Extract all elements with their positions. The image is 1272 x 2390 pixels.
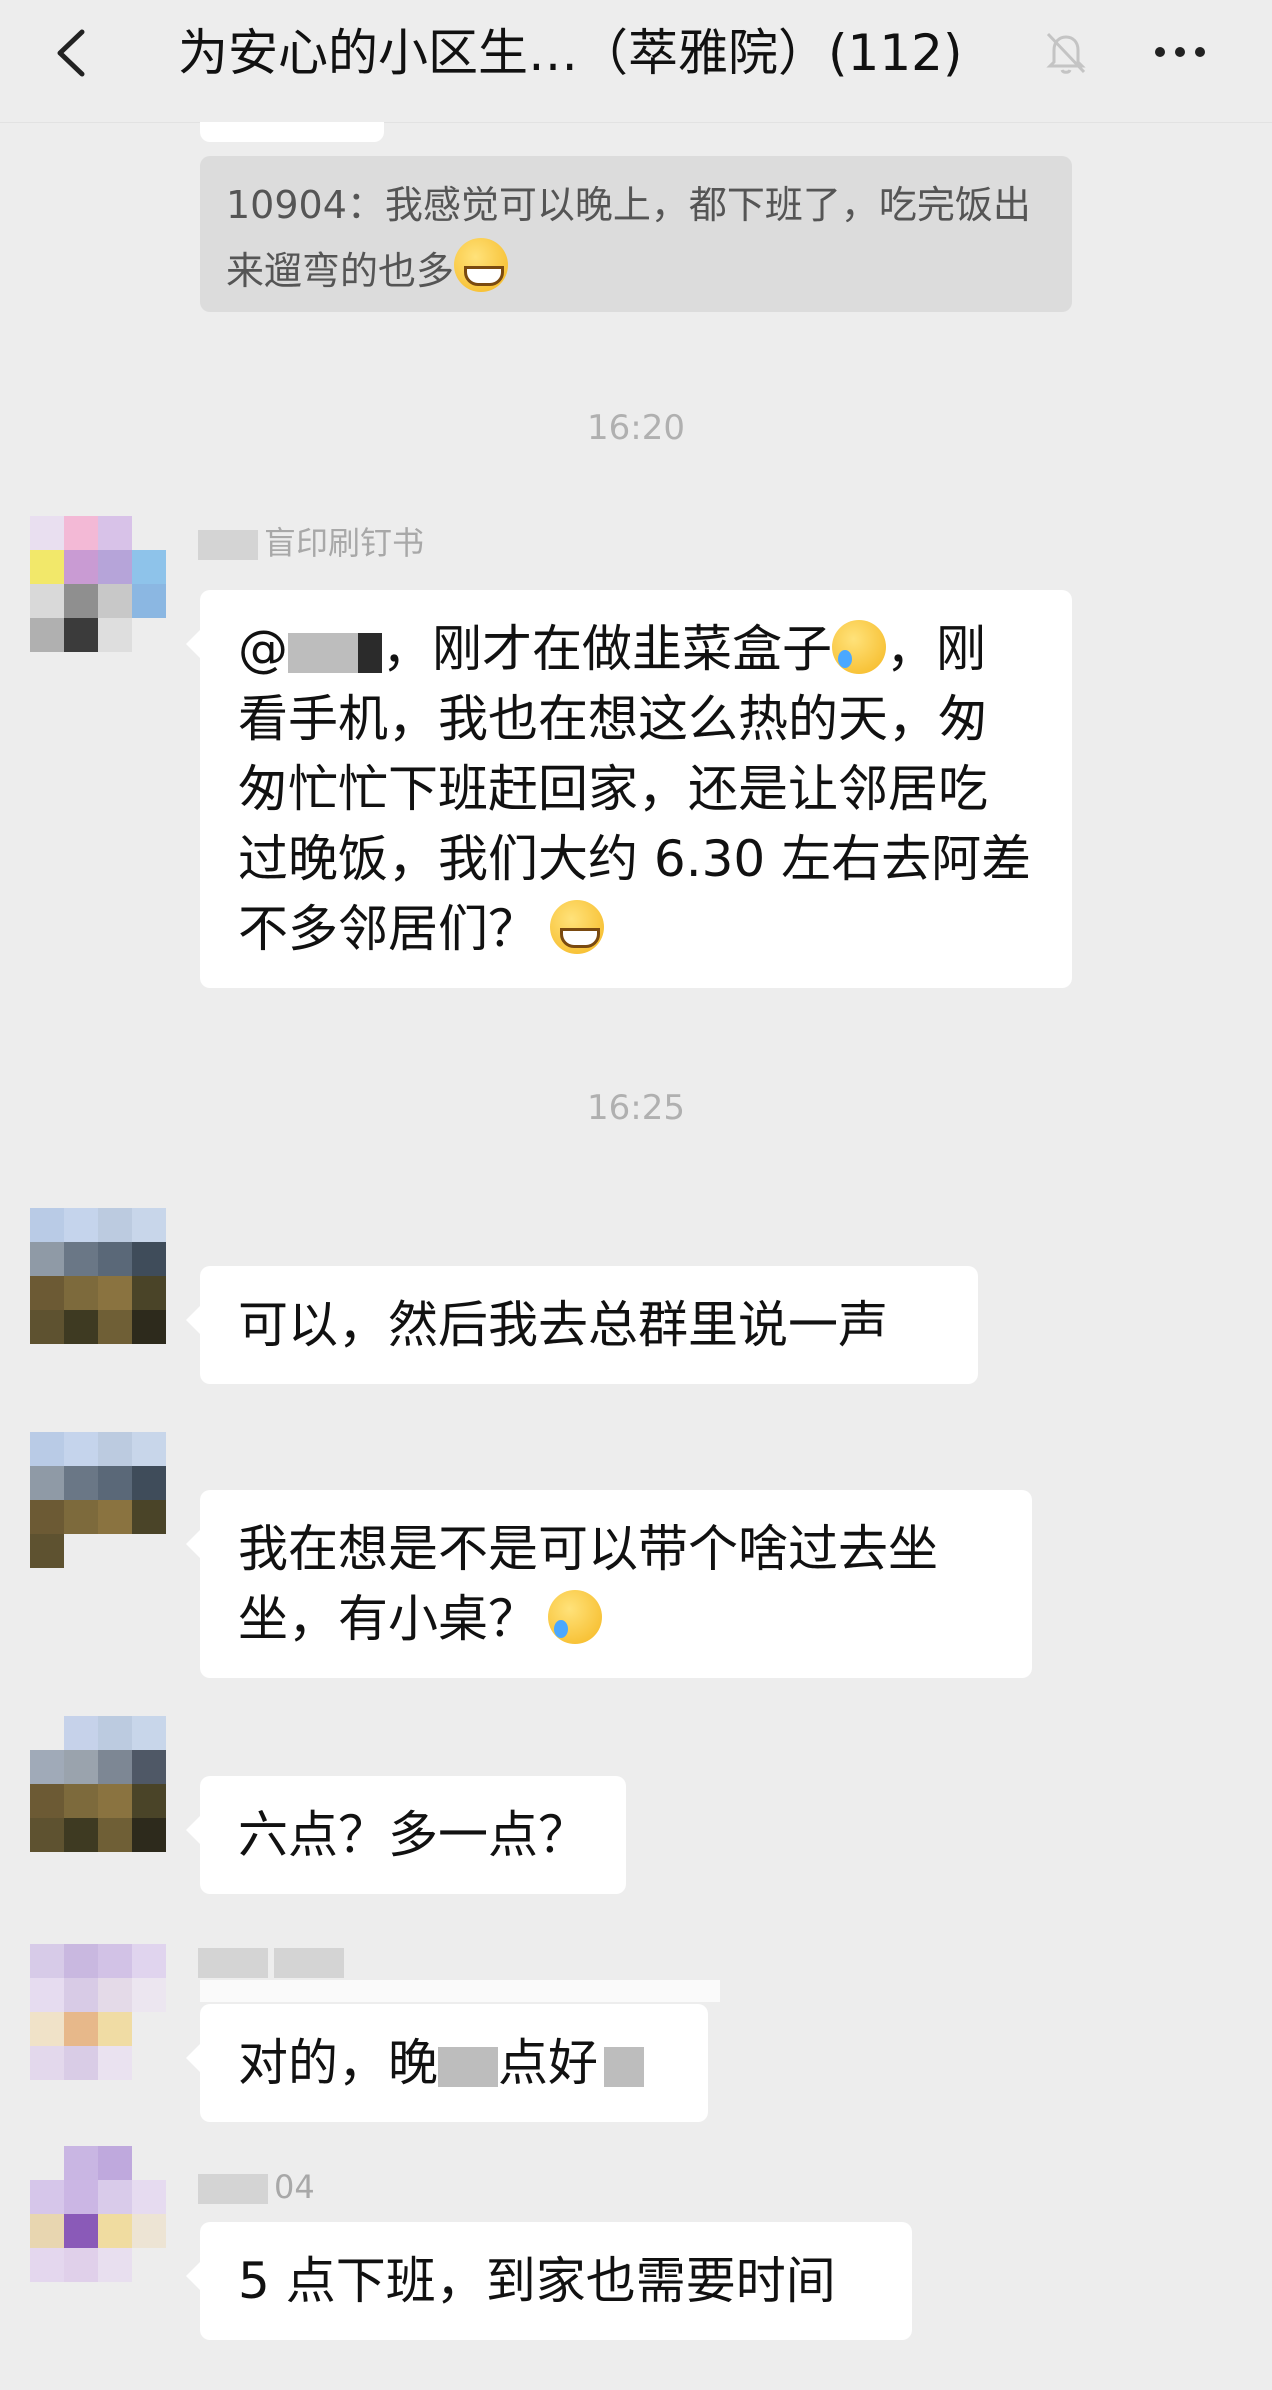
timestamp: 16:25 [587,1088,685,1128]
message-bubble[interactable]: 可以，然后我去总群里说一声 [186,1266,978,1384]
message-text: @ [238,620,288,678]
sender-nickname: 04 [198,2168,315,2208]
quoted-text: 10904：我感觉可以晚上，都下班了，吃完饭出来遛弯的也多 [226,183,1031,293]
quoted-message[interactable]: 10904：我感觉可以晚上，都下班了，吃完饭出来遛弯的也多 [200,156,1072,312]
redacted-text [438,2046,498,2087]
chat-header: 为安心的小区生…（萃雅院）(112) [0,0,1272,123]
timestamp: 16:20 [587,408,685,448]
chevron-left-icon [57,29,85,77]
message-text: 对的， [238,2034,388,2092]
back-button[interactable] [40,18,110,88]
sender-nickname [198,1942,350,1982]
avatar[interactable] [30,2146,166,2282]
message-bubble[interactable]: 我在想是不是可以带个啥过去坐坐，有小桌？ [186,1490,1032,1678]
laugh-cry-emoji-icon [548,1590,602,1644]
laugh-cry-emoji-icon [832,620,886,674]
chat-title: 为安心的小区生…（萃雅院）(112) [178,24,963,82]
sender-nickname: 盲印刷钉书 [198,518,424,562]
message-text: 晚 [388,2034,438,2092]
message-text: 可以，然后我去总群里说一声 [238,1296,888,1354]
message-bubble[interactable]: 六点？多一点？ [186,1776,626,1894]
avatar[interactable] [30,1208,166,1344]
redacted-area [200,1980,720,2002]
redacted-mention [288,632,358,673]
grin-emoji-icon [454,238,509,292]
redacted-text [604,2046,644,2087]
avatar[interactable] [30,1716,166,1852]
message-bubble[interactable]: @ ，刚才在做韭菜盒子 ，刚看手机，我也在想这么热的天，匆匆忙忙下班赶回家，还是让邻… [186,590,1072,988]
message-bubble[interactable]: 5 点下班，到家也需要时间 [186,2222,912,2340]
message-text: 5 点下班，到家也需要时间 [238,2252,836,2310]
quote-stub [200,122,384,142]
more-icon [1155,47,1205,57]
avatar[interactable] [30,1944,166,2080]
message-text: 点好 [498,2034,598,2092]
redacted-mention [358,632,382,673]
grin-emoji-icon [550,900,604,954]
more-button[interactable] [1148,26,1212,78]
bell-off-icon [1040,26,1092,78]
message-bubble[interactable]: 对的，晚 点好 [186,2004,708,2122]
message-text: 六点？多一点？ [238,1806,588,1864]
avatar[interactable] [30,1432,166,1568]
avatar[interactable] [30,516,166,652]
message-text: ，刚才在做韭菜盒子 [382,620,832,678]
